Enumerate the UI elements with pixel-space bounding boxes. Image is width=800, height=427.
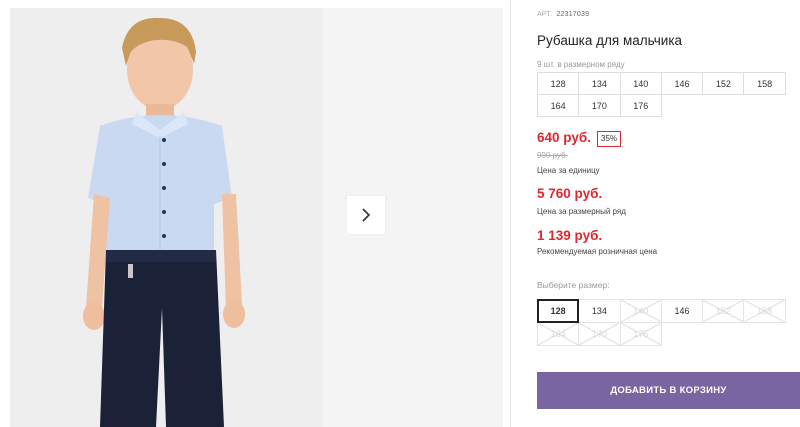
product-gallery	[0, 0, 510, 427]
size-set-cell: 128	[537, 72, 580, 95]
size-set-row: 128 134 140 146 152 158	[537, 72, 791, 95]
size-option-label: 164	[550, 329, 566, 339]
boy-in-shirt-illustration	[10, 8, 323, 427]
size-set-cell: 170	[578, 94, 621, 117]
current-price: 640 руб.	[537, 130, 591, 145]
size-option-label: 152	[715, 306, 731, 316]
size-option-170: 170	[578, 322, 621, 346]
rrp-price-caption: Рекомендуемая розничная цена	[537, 247, 658, 256]
size-set-cell: 176	[619, 94, 662, 117]
old-price: 990 руб.	[537, 151, 568, 160]
product-photo[interactable]	[10, 8, 323, 427]
size-option-label: 176	[633, 329, 649, 339]
size-option-label: 140	[633, 306, 649, 316]
size-set-cell: 146	[660, 72, 704, 95]
size-picker-row: 128 134 140 146 152 158	[537, 299, 791, 323]
sku: АРТ. 22317039	[537, 11, 589, 18]
size-set-cell: 164	[537, 94, 580, 117]
size-option-140: 140	[619, 299, 662, 323]
size-option-label: 134	[591, 306, 607, 316]
size-option-label: 158	[757, 306, 773, 316]
size-set-cell: 152	[702, 72, 745, 95]
size-option-152: 152	[702, 299, 745, 323]
size-option-158: 158	[743, 299, 786, 323]
size-option-134[interactable]: 134	[578, 299, 621, 323]
size-picker-row: 164 170 176	[537, 322, 791, 346]
discount-badge: 35%	[597, 131, 622, 147]
sku-value: 22317039	[556, 11, 590, 18]
size-set-cell: 158	[743, 72, 786, 95]
sku-label: АРТ.	[537, 11, 553, 18]
next-photo-button[interactable]	[347, 196, 385, 234]
size-picker: 128 134 140 146 152 158 164 170 176	[537, 299, 791, 346]
rrp-price: 1 139 руб.	[537, 228, 603, 243]
set-price: 5 760 руб.	[537, 186, 603, 201]
size-picker-label: Выберите размер:	[537, 280, 610, 290]
size-set-grid: 128 134 140 146 152 158 164 170 176	[537, 72, 791, 117]
size-option-128[interactable]: 128	[537, 299, 580, 323]
size-set-note: 9 шт. в размерном ряду	[537, 60, 625, 69]
size-option-164: 164	[537, 322, 580, 346]
panel-divider	[510, 0, 511, 427]
size-option-146[interactable]: 146	[660, 299, 704, 323]
set-price-caption: Цена за размерный ряд	[537, 207, 626, 216]
size-set-cell: 140	[619, 72, 662, 95]
size-option-label: 170	[591, 329, 607, 339]
chevron-right-icon	[362, 208, 371, 222]
size-set-row: 164 170 176	[537, 94, 791, 117]
size-option-label: 128	[550, 306, 566, 316]
unit-price-caption: Цена за единицу	[537, 166, 600, 175]
product-info-panel: АРТ. 22317039 Рубашка для мальчика 9 шт.…	[537, 0, 800, 427]
size-option-176: 176	[619, 322, 662, 346]
size-option-label: 146	[674, 306, 690, 316]
product-title: Рубашка для мальчика	[537, 33, 683, 48]
add-to-cart-button[interactable]: ДОБАВИТЬ В КОРЗИНУ	[537, 372, 800, 409]
size-set-cell: 134	[578, 72, 621, 95]
